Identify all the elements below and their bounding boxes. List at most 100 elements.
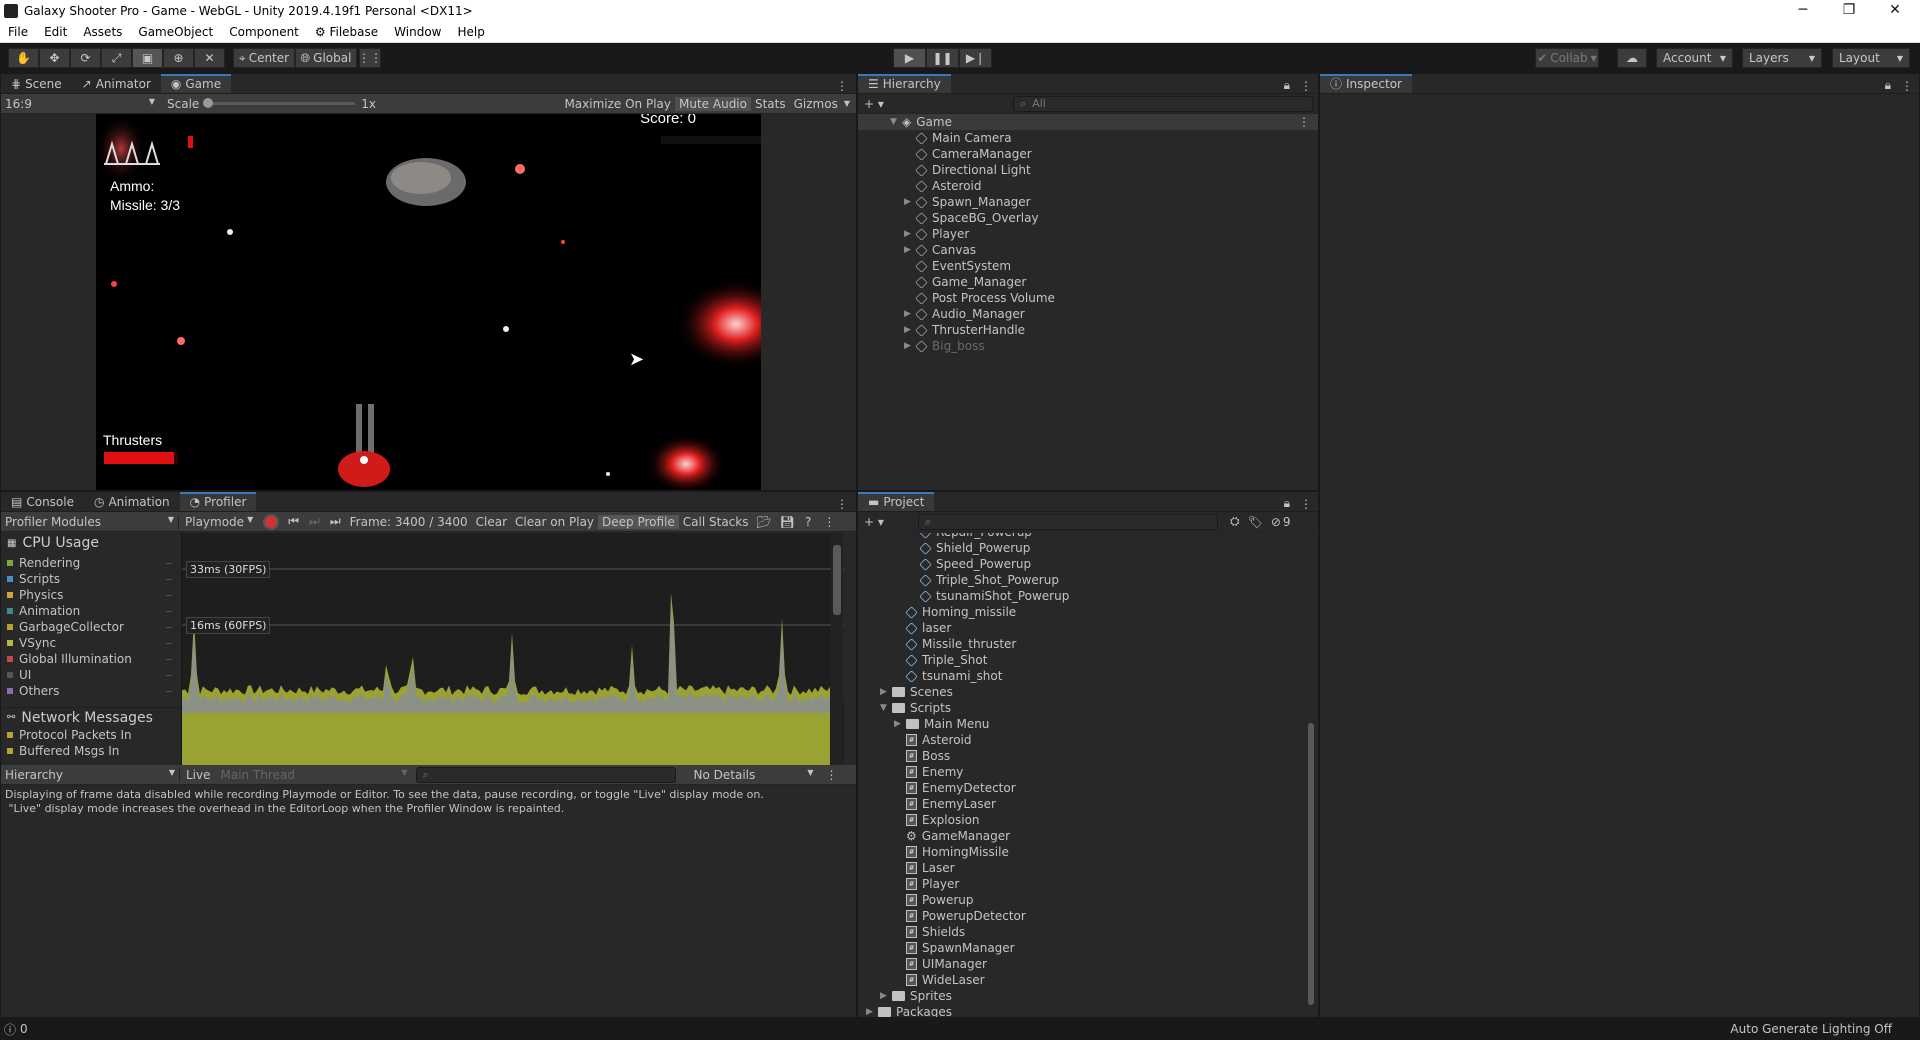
cpu-category-item[interactable]: VSync ‒ <box>1 635 181 651</box>
project-item[interactable]: # Powerup <box>858 892 1306 908</box>
expand-arrow-icon[interactable]: ▶ <box>880 684 892 700</box>
project-item[interactable]: # EnemyDetector <box>858 780 1306 796</box>
project-item[interactable]: # HomingMissile <box>858 844 1306 860</box>
expand-arrow-icon[interactable]: ▼ <box>880 700 892 716</box>
hierarchy-item[interactable]: Game_Manager <box>858 274 1318 290</box>
cpu-category-item[interactable]: Others ‒ <box>1 683 181 699</box>
net-item-buffered[interactable]: Buffered Msgs In <box>1 743 181 759</box>
save-icon[interactable]: 💾︎ <box>776 515 799 529</box>
scene-menu-icon[interactable]: ⋮ <box>1298 114 1318 130</box>
help-icon[interactable]: ? <box>799 515 817 529</box>
hierarchy-item[interactable]: ▶ ThrusterHandle <box>858 322 1318 338</box>
expand-arrow-icon[interactable]: ▶ <box>904 306 916 322</box>
move-tool-icon[interactable]: ✥ <box>39 48 70 68</box>
details-dropdown[interactable]: No Details ▼ <box>690 768 818 782</box>
project-item[interactable]: # Explosion <box>858 812 1306 828</box>
cpu-category-item[interactable]: Global Illumination ‒ <box>1 651 181 667</box>
project-scrollbar[interactable] <box>1306 533 1316 1017</box>
lock-icon[interactable]: 🔒︎ <box>1881 78 1895 93</box>
project-item[interactable]: # PowerupDetector <box>858 908 1306 924</box>
chart-scrollbar[interactable] <box>831 533 843 765</box>
hierarchy-item[interactable]: Post Process Volume <box>858 290 1318 306</box>
expand-arrow-icon[interactable]: ▶ <box>880 988 892 1004</box>
panel-menu-icon[interactable]: ⋮ <box>828 79 856 93</box>
expand-arrow-icon[interactable]: ▼ <box>890 114 902 130</box>
network-messages-header[interactable]: ⚯ Network Messages <box>1 707 181 727</box>
maximize-on-play-toggle[interactable]: Maximize On Play <box>560 97 675 111</box>
layers-dropdown[interactable]: Layers ▼ <box>1742 48 1822 68</box>
project-item[interactable]: Triple_Shot <box>858 652 1306 668</box>
hierarchy-item[interactable]: Directional Light <box>858 162 1318 178</box>
project-item[interactable]: ▼ Scripts <box>858 700 1306 716</box>
aspect-dropdown[interactable]: 16:9 ▼ <box>1 97 159 111</box>
search-by-type-icon[interactable]: ⛭ <box>1226 514 1244 529</box>
project-item[interactable]: Triple_Shot_Powerup <box>858 572 1306 588</box>
project-item[interactable]: Homing_missile <box>858 604 1306 620</box>
project-search-input[interactable]: ⌕ <box>918 513 1218 530</box>
project-item[interactable]: # Player <box>858 876 1306 892</box>
cpu-usage-header[interactable]: ▦ CPU Usage <box>1 533 181 553</box>
expand-arrow-icon[interactable]: ▶ <box>904 242 916 258</box>
project-scrollbar-thumb[interactable] <box>1308 723 1314 1005</box>
scale-slider-thumb[interactable] <box>203 98 214 108</box>
tab-hierarchy[interactable]: ☰ Hierarchy <box>858 74 951 93</box>
gizmos-dropdown[interactable]: Gizmos <box>790 97 842 111</box>
account-dropdown[interactable]: Account ▼ <box>1656 48 1733 68</box>
thread-dropdown[interactable]: Main Thread ▼ <box>217 768 412 782</box>
project-item[interactable]: # Enemy <box>858 764 1306 780</box>
project-item[interactable]: # EnemyLaser <box>858 796 1306 812</box>
mute-audio-toggle[interactable]: Mute Audio <box>675 96 751 111</box>
rotate-tool-icon[interactable]: ⟳ <box>70 48 101 68</box>
tab-profiler[interactable]: ◔ Profiler <box>179 492 257 511</box>
cloud-icon[interactable]: ☁ <box>1617 48 1647 68</box>
menu-gameobject[interactable]: GameObject <box>130 25 221 39</box>
panel-menu-icon[interactable]: ⋮ <box>1895 79 1919 93</box>
details-menu-icon[interactable]: ⋮ <box>818 768 846 782</box>
hierarchy-item[interactable]: ▶ Player <box>858 226 1318 242</box>
hierarchy-item[interactable]: ▶ Spawn_Manager <box>858 194 1318 210</box>
cpu-chart-area[interactable]: 33ms (30FPS) 16ms (60FPS) <box>181 533 844 765</box>
project-item[interactable]: ▶ Packages <box>858 1004 1306 1017</box>
panel-menu-icon[interactable]: ⋮ <box>1294 79 1318 93</box>
hidden-packages-toggle[interactable]: ⊘ 9 <box>1267 515 1295 529</box>
custom-tool-icon[interactable]: ✕ <box>194 48 225 68</box>
layout-dropdown[interactable]: Layout ▼ <box>1832 48 1910 68</box>
cpu-category-item[interactable]: Rendering ‒ <box>1 555 181 571</box>
hierarchy-item[interactable]: EventSystem <box>858 258 1318 274</box>
playmode-dropdown[interactable]: Playmode ▼ <box>179 515 259 529</box>
console-info-icon[interactable]: ⓘ <box>4 1021 16 1038</box>
tab-scene[interactable]: ⋕ Scene <box>1 74 72 93</box>
menu-edit[interactable]: Edit <box>36 25 75 39</box>
profiler-search-input[interactable]: ⌕ <box>415 766 676 783</box>
first-frame-icon[interactable]: ⏮ <box>283 514 304 529</box>
record-icon[interactable] <box>263 513 280 530</box>
rect-tool-icon[interactable]: ▣ <box>132 48 163 68</box>
project-item[interactable]: # WideLaser <box>858 972 1306 988</box>
cpu-category-item[interactable]: Physics ‒ <box>1 587 181 603</box>
project-item[interactable]: # Laser <box>858 860 1306 876</box>
play-button[interactable]: ▶ <box>893 48 926 68</box>
menu-component[interactable]: Component <box>221 25 307 39</box>
menu-filebase[interactable]: ⚙ Filebase <box>307 25 386 39</box>
hand-tool-icon[interactable]: ✋ <box>8 48 39 68</box>
hierarchy-item[interactable]: Asteroid <box>858 178 1318 194</box>
hierarchy-item[interactable]: CameraManager <box>858 146 1318 162</box>
hierarchy-item[interactable]: Main Camera <box>858 130 1318 146</box>
project-item[interactable]: Missile_thruster <box>858 636 1306 652</box>
profiler-menu-icon[interactable]: ⋮ <box>817 515 841 529</box>
hierarchy-search-input[interactable]: ⌕ All <box>1013 95 1313 112</box>
project-item[interactable]: # Boss <box>858 748 1306 764</box>
stats-toggle[interactable]: Stats <box>751 97 790 111</box>
lighting-status[interactable]: Auto Generate Lighting Off <box>1730 1022 1892 1036</box>
last-frame-icon[interactable]: ⏭ <box>325 514 346 529</box>
project-item[interactable]: Repair_Powerup <box>858 533 1306 540</box>
project-item[interactable]: ⚙ GameManager <box>858 828 1306 844</box>
tab-animation[interactable]: ◷ Animation <box>84 492 180 511</box>
expand-arrow-icon[interactable]: ▶ <box>866 1004 878 1017</box>
hierarchy-item[interactable]: ▶ Audio_Manager <box>858 306 1318 322</box>
pivot-space-button[interactable]: 🌐︎ Global <box>295 48 357 68</box>
project-item[interactable]: ▶ Sprites <box>858 988 1306 1004</box>
project-item[interactable]: ▶ Scenes <box>858 684 1306 700</box>
expand-arrow-icon[interactable]: ▶ <box>904 322 916 338</box>
view-dropdown[interactable]: Hierarchy ▼ <box>1 768 179 782</box>
